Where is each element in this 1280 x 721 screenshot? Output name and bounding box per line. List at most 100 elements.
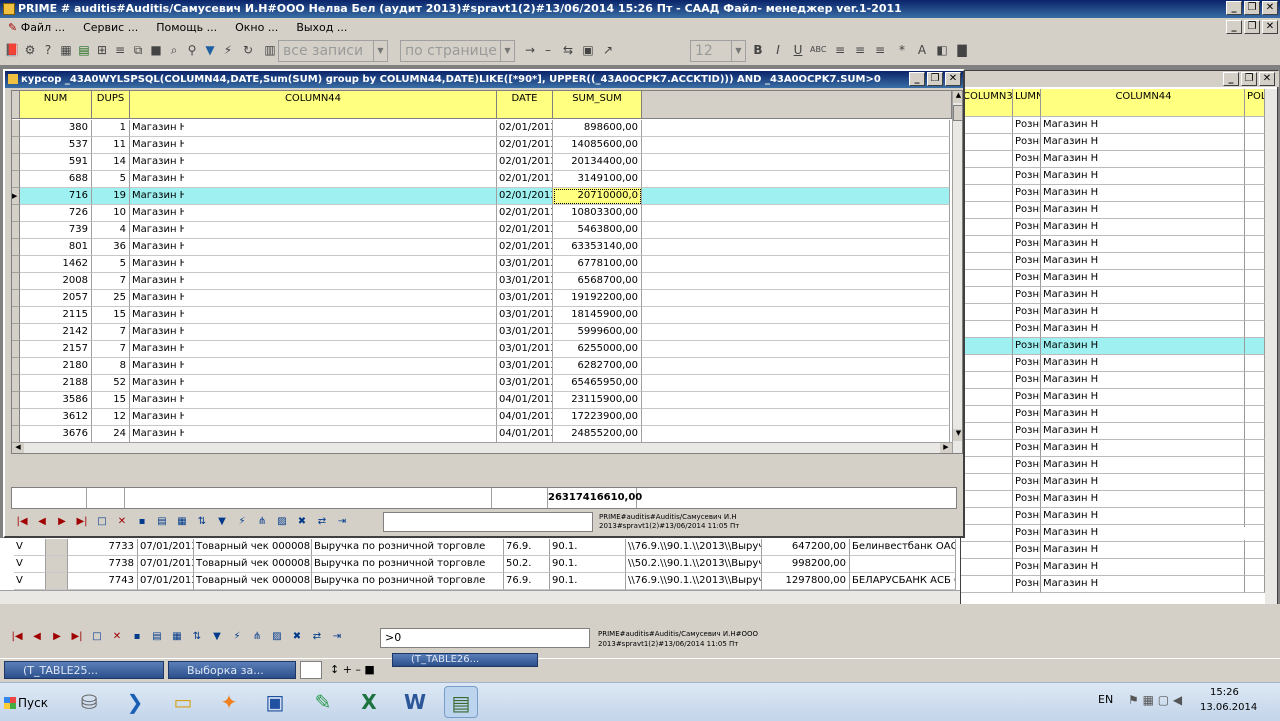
cell-num[interactable]: 3612 [20, 409, 92, 426]
row-indicator[interactable] [12, 205, 20, 222]
cell-lumn[interactable]: Розни [1013, 219, 1041, 236]
ledger-cell-amt[interactable]: 998200,00 [762, 556, 850, 573]
cell-sum[interactable]: 6282700,00 [553, 358, 642, 375]
excel-icon[interactable]: ✖ [288, 628, 306, 646]
cell-dups[interactable]: 8 [92, 358, 130, 375]
cell-num[interactable]: 739 [20, 222, 92, 239]
cell-column33[interactable] [961, 423, 1013, 440]
page-combo[interactable]: по странице ▼ [400, 40, 515, 62]
scroll-right-icon[interactable]: ▶ [940, 443, 952, 453]
cell-num[interactable]: 716 [20, 188, 92, 205]
cell-sum[interactable]: 20134400,00 [553, 154, 642, 171]
menu-window[interactable]: Окно ... [235, 21, 278, 34]
cell-column33[interactable] [961, 338, 1013, 355]
cell-column33[interactable] [961, 355, 1013, 372]
ledger-cell-doc[interactable]: Товарный чек 00000832 [194, 539, 312, 556]
last-record-icon[interactable]: ▶| [73, 513, 91, 531]
cursor-vscroll[interactable]: ▲ ▼ [952, 91, 962, 453]
cell-lumn[interactable]: Розни [1013, 236, 1041, 253]
cell-date[interactable]: 04/01/2013 [497, 409, 553, 426]
cell-date[interactable]: 02/01/2013 [497, 171, 553, 188]
cell-column33[interactable] [961, 304, 1013, 321]
cell-date[interactable]: 03/01/2013 [497, 273, 553, 290]
ledger-cell-num[interactable]: 7743 [68, 573, 138, 590]
row-indicator[interactable] [12, 222, 20, 239]
ledger-cell-blank[interactable] [46, 556, 68, 573]
cell-dups[interactable]: 5 [92, 171, 130, 188]
cell-pol[interactable] [1245, 406, 1265, 423]
cell-sum[interactable]: 17223900,00 [553, 409, 642, 426]
back-vscroll[interactable] [1265, 89, 1277, 609]
cell-sum[interactable]: 18145900,00 [553, 307, 642, 324]
chart-icon[interactable]: ▨ [268, 628, 286, 646]
border-icon[interactable]: ▇ [954, 42, 970, 58]
cell-lumn[interactable]: Розни [1013, 202, 1041, 219]
cell-dups[interactable]: 7 [92, 324, 130, 341]
ledger-cell-acc2[interactable]: 90.1. [550, 573, 626, 590]
cell-sum[interactable]: 10803300,00 [553, 205, 642, 222]
cell-date[interactable]: 02/01/2013 [497, 154, 553, 171]
cell-date[interactable]: 03/01/2013 [497, 290, 553, 307]
cell-column33[interactable] [961, 117, 1013, 134]
ledger-cell-num[interactable]: 7738 [68, 556, 138, 573]
cell-sum[interactable]: 14085600,00 [553, 137, 642, 154]
cell-sum[interactable]: 20710000,0 [553, 188, 642, 205]
cell-lumn[interactable]: Розни [1013, 525, 1041, 542]
cell-lumn[interactable]: Розни [1013, 270, 1041, 287]
book-icon[interactable]: 📕 [4, 42, 20, 58]
prev-record-icon[interactable]: ◀ [28, 628, 46, 646]
cell-sum[interactable]: 6568700,00 [553, 273, 642, 290]
cell-date[interactable]: 02/01/2013 [497, 205, 553, 222]
cell-date[interactable]: 02/01/2013 [497, 222, 553, 239]
cell-lumn[interactable]: Розни [1013, 117, 1041, 134]
cell-sum[interactable]: 23115900,00 [553, 392, 642, 409]
cell-num[interactable]: 2115 [20, 307, 92, 324]
asterisk-icon[interactable]: * [894, 42, 910, 58]
font-color-icon[interactable]: A [914, 42, 930, 58]
copy-icon[interactable]: ⧉ [130, 42, 146, 58]
col-header[interactable]: COLUMN33 [961, 89, 1013, 117]
excel-icon[interactable]: X [352, 686, 386, 718]
cell-date[interactable]: 03/01/2013 [497, 307, 553, 324]
menu-service[interactable]: Сервис ... [83, 21, 138, 34]
delete-icon[interactable]: ✕ [113, 513, 131, 531]
cell-column33[interactable] [961, 525, 1013, 542]
cell-pol[interactable] [1245, 185, 1265, 202]
row-indicator[interactable] [12, 324, 20, 341]
cell-lumn[interactable]: Розни [1013, 253, 1041, 270]
exit-icon[interactable]: ⇥ [328, 628, 346, 646]
cell-pol[interactable] [1245, 372, 1265, 389]
ledger-cell-acc1[interactable]: 76.9. [504, 539, 550, 556]
cell-sum[interactable]: 24855200,00 [553, 426, 642, 443]
cell-date[interactable]: 04/01/2013 [497, 426, 553, 443]
cell-dups[interactable]: 15 [92, 307, 130, 324]
cell-dups[interactable]: 15 [92, 392, 130, 409]
paste-icon[interactable]: ▣ [580, 42, 596, 58]
row-indicator[interactable] [12, 409, 20, 426]
row-indicator[interactable] [12, 358, 20, 375]
ledger-cell-blank[interactable] [46, 539, 68, 556]
abc-icon[interactable]: ABC [810, 42, 826, 58]
menu-file[interactable]: ✎ Файл ... [8, 21, 65, 34]
cell-date[interactable]: 03/01/2013 [497, 341, 553, 358]
cell-column33[interactable] [961, 219, 1013, 236]
row-indicator[interactable] [12, 154, 20, 171]
cell-column33[interactable] [961, 151, 1013, 168]
refresh-icon[interactable]: ↻ [240, 42, 256, 58]
ledger-cell-desc[interactable]: Выручка по розничной торговле [312, 539, 504, 556]
cell-pol[interactable] [1245, 134, 1265, 151]
table-icon[interactable]: ▦ [173, 513, 191, 531]
filter-off-icon[interactable]: ⚡ [220, 42, 236, 58]
mdi-task-table25[interactable]: (T_TABLE25... [4, 661, 164, 679]
col-header[interactable]: COLUMN44 [1041, 89, 1245, 117]
cell-lumn[interactable]: Розни [1013, 423, 1041, 440]
cell-num[interactable]: 591 [20, 154, 92, 171]
col-header-date[interactable]: DATE [497, 91, 553, 119]
cell-dups[interactable]: 1 [92, 120, 130, 137]
cell-column33[interactable] [961, 474, 1013, 491]
row-indicator[interactable] [12, 341, 20, 358]
cell-num[interactable]: 2142 [20, 324, 92, 341]
cell-sum[interactable]: 5463800,00 [553, 222, 642, 239]
cell-num[interactable]: 2188 [20, 375, 92, 392]
cell-column33[interactable] [961, 168, 1013, 185]
